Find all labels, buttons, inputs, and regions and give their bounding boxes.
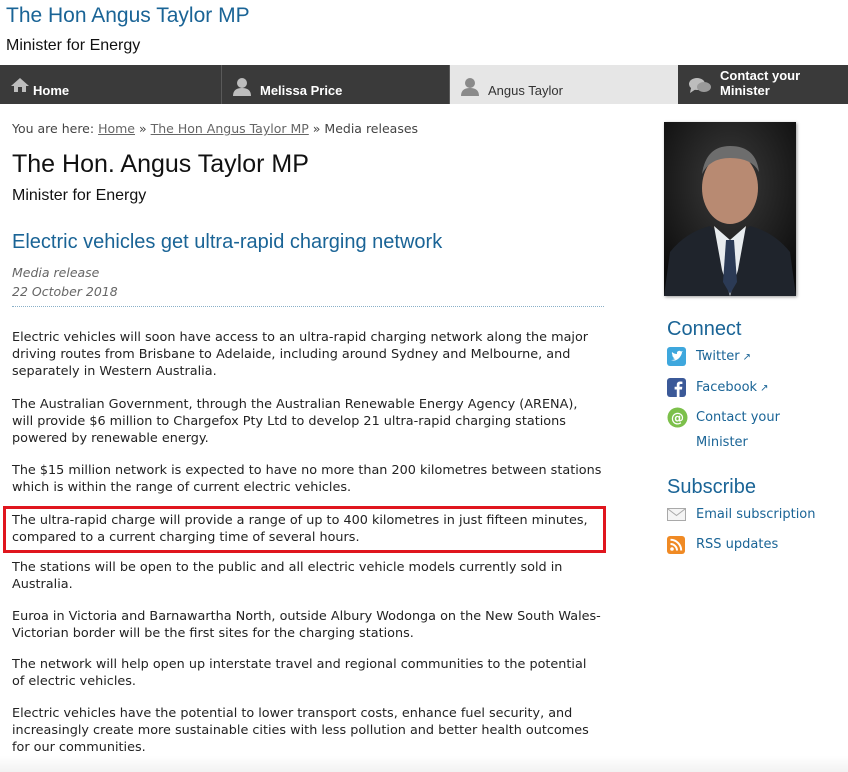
article-title[interactable]: Electric vehicles get ultra-rapid chargi… bbox=[12, 231, 442, 254]
breadcrumb-separator: » bbox=[138, 121, 147, 136]
twitter-link-label: Twitter bbox=[696, 349, 740, 364]
breadcrumb-link-home[interactable]: Home bbox=[98, 121, 135, 136]
facebook-link-label: Facebook bbox=[696, 380, 758, 395]
rss-updates-link[interactable]: RSS updates bbox=[696, 537, 778, 552]
article-paragraph: Electric vehicles will soon have access … bbox=[12, 330, 589, 379]
nav-label-contact-minister: Contact your Minister bbox=[720, 68, 801, 98]
facebook-link[interactable]: Facebook ↗ bbox=[696, 380, 768, 395]
external-link-icon: ↗ bbox=[760, 383, 769, 394]
breadcrumb-prefix: You are here: bbox=[12, 121, 95, 136]
nav-item-home[interactable]: Home bbox=[0, 65, 222, 104]
contact-minister-link-line1[interactable]: Contact your bbox=[696, 410, 780, 425]
breadcrumb: You are here: Home » The Hon Angus Taylo… bbox=[12, 121, 418, 136]
main-nav: Home Melissa Price Angus Taylor Contact … bbox=[0, 65, 848, 104]
nav-label-melissa-price: Melissa Price bbox=[260, 83, 343, 98]
minister-portrait bbox=[664, 122, 796, 296]
article-paragraph-highlighted: The ultra-rapid charge will provide a ra… bbox=[12, 513, 588, 545]
email-subscription-link[interactable]: Email subscription bbox=[696, 507, 816, 522]
person-icon bbox=[461, 78, 479, 96]
nav-label-angus-taylor: Angus Taylor bbox=[488, 83, 563, 98]
page-title: The Hon. Angus Taylor MP bbox=[12, 150, 309, 178]
site-title[interactable]: The Hon Angus Taylor MP bbox=[6, 4, 250, 28]
breadcrumb-current: Media releases bbox=[324, 121, 419, 136]
article-paragraph: The stations will be open to the public … bbox=[12, 560, 563, 592]
home-icon bbox=[11, 78, 29, 92]
facebook-icon[interactable] bbox=[667, 378, 686, 397]
external-link-icon: ↗ bbox=[742, 352, 751, 363]
subscribe-heading: Subscribe bbox=[667, 476, 756, 498]
article-type: Media release bbox=[12, 265, 100, 280]
twitter-icon[interactable] bbox=[667, 347, 686, 366]
breadcrumb-link-minister[interactable]: The Hon Angus Taylor MP bbox=[151, 121, 309, 136]
svg-text:@: @ bbox=[671, 411, 684, 426]
at-sign-icon[interactable]: @ bbox=[667, 407, 688, 428]
article-paragraph: The Australian Government, through the A… bbox=[12, 397, 578, 446]
breadcrumb-separator: » bbox=[312, 121, 321, 136]
nav-item-contact-minister[interactable]: Contact your Minister bbox=[678, 65, 848, 104]
article-paragraph: The $15 million network is expected to h… bbox=[12, 463, 602, 495]
rss-icon[interactable] bbox=[667, 536, 685, 554]
page-bottom-edge bbox=[0, 756, 848, 772]
connect-heading: Connect bbox=[667, 318, 742, 340]
page-subtitle: Minister for Energy bbox=[12, 187, 147, 204]
nav-label-home: Home bbox=[33, 83, 70, 98]
person-icon bbox=[233, 78, 251, 96]
site-subtitle: Minister for Energy bbox=[6, 37, 141, 54]
envelope-icon[interactable] bbox=[667, 508, 686, 521]
twitter-link[interactable]: Twitter ↗ bbox=[696, 349, 751, 364]
article-paragraph: Electric vehicles have the potential to … bbox=[12, 706, 589, 755]
article-divider bbox=[12, 306, 604, 307]
article-paragraph: The network will help open up interstate… bbox=[12, 657, 587, 689]
article-paragraph: Euroa in Victoria and Barnawartha North,… bbox=[12, 609, 601, 641]
contact-minister-link-line2[interactable]: Minister bbox=[696, 435, 748, 450]
article-date: 22 October 2018 bbox=[12, 284, 118, 299]
nav-item-melissa-price[interactable]: Melissa Price bbox=[222, 65, 450, 104]
nav-item-angus-taylor[interactable]: Angus Taylor bbox=[450, 65, 678, 104]
speech-bubbles-icon bbox=[689, 78, 711, 93]
